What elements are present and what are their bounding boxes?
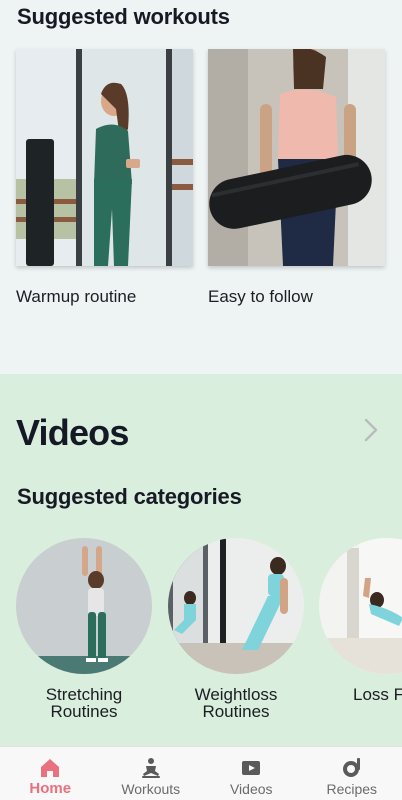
floor-stretch-photo <box>319 538 402 674</box>
meditation-icon <box>140 757 162 779</box>
videos-title: Videos <box>16 412 129 453</box>
tab-label: Home <box>29 780 72 797</box>
category-label-line2: Routines <box>202 702 270 721</box>
workout-card-warmup[interactable]: Warmup routine <box>16 49 193 306</box>
category-label: Stretching Routines <box>0 686 172 720</box>
tab-label: Videos <box>229 781 273 797</box>
woman-with-phone-photo <box>16 49 193 266</box>
category-label-line1: Stretching <box>45 685 123 704</box>
tab-videos[interactable]: Videos <box>201 747 302 800</box>
suggested-categories-title: Suggested categories <box>17 484 242 509</box>
tab-label: Recipes <box>326 781 378 797</box>
tab-recipes[interactable]: Recipes <box>302 747 402 800</box>
woman-holding-yoga-mat-photo <box>208 49 385 266</box>
workout-card-caption: Easy to follow <box>208 287 313 306</box>
tab-home[interactable]: Home <box>0 747 101 800</box>
tab-label: Workouts <box>121 781 181 797</box>
videos-section: Videos Suggested categories Stretching R… <box>0 374 402 746</box>
workout-card-caption: Warmup routine <box>16 287 137 306</box>
chevron-right-icon[interactable] <box>356 416 384 444</box>
category-label-line1: Weightloss <box>194 685 278 704</box>
category-label: Weightloss Routines <box>148 686 324 720</box>
category-label: Loss F <box>319 686 402 703</box>
category-stretching[interactable]: Stretching Routines <box>16 538 152 720</box>
workout-card-easy[interactable]: Easy to follow <box>208 49 385 306</box>
tab-workouts[interactable]: Workouts <box>101 747 202 800</box>
video-icon <box>240 757 262 779</box>
category-label-line1: Loss F <box>353 685 402 704</box>
bottom-tab-bar: Home Workouts Videos Recipes <box>0 746 402 800</box>
home-icon <box>39 757 61 779</box>
category-label-line2: Routines <box>50 702 118 721</box>
category-loss[interactable]: Loss F <box>319 538 402 703</box>
recipes-icon <box>341 757 363 779</box>
mirror-workout-photo <box>168 538 304 674</box>
wall-stretch-photo <box>16 538 152 674</box>
category-weightloss[interactable]: Weightloss Routines <box>168 538 304 720</box>
suggested-workouts-title: Suggested workouts <box>17 4 230 29</box>
suggested-workouts-section: Suggested workouts Warmup routine Easy t… <box>0 0 402 374</box>
